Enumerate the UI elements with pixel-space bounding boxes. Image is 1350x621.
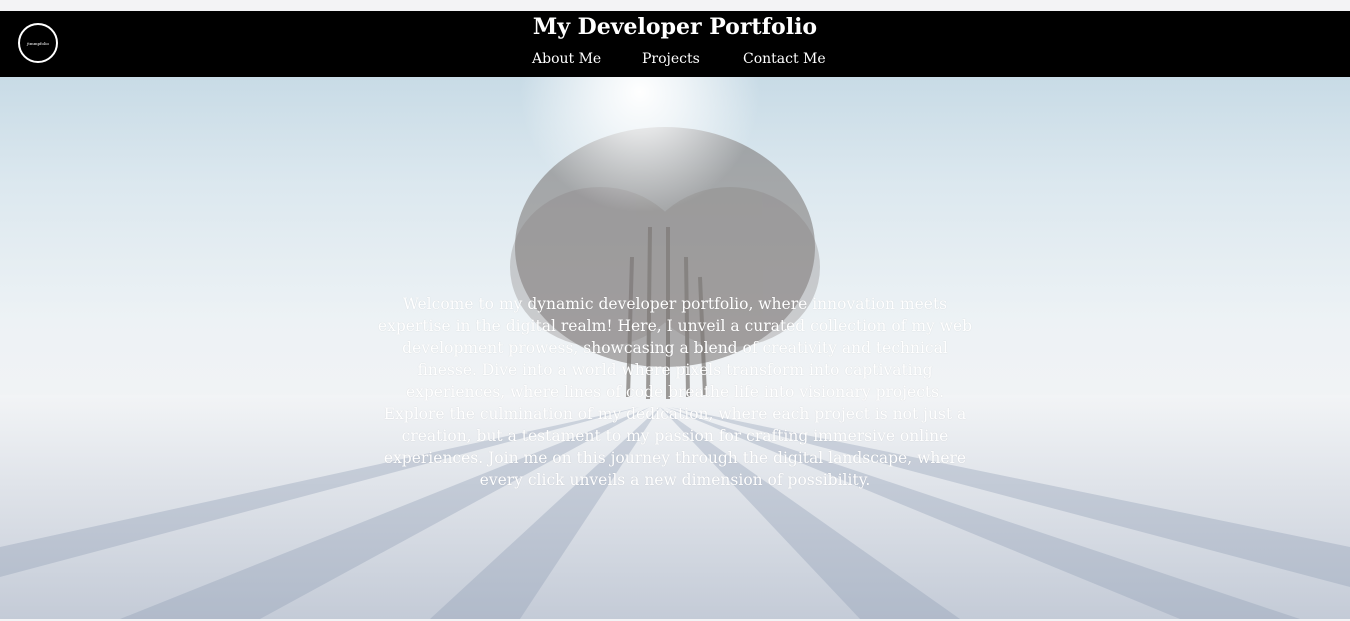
main-nav: About Me Projects Contact Me [0, 49, 1350, 71]
site-title: My Developer Portfolio [532, 14, 818, 40]
nav-link-about-me[interactable]: About Me [532, 49, 601, 69]
page: jtmmpfolio My Developer Portfolio About … [0, 0, 1350, 621]
nav-link-contact-me[interactable]: Contact Me [743, 49, 826, 69]
nav-link-projects[interactable]: Projects [642, 49, 700, 69]
hero-intro-text: Welcome to my dynamic developer portfoli… [377, 295, 973, 489]
hero-section: Welcome to my dynamic developer portfoli… [0, 77, 1350, 619]
site-header: jtmmpfolio My Developer Portfolio About … [0, 11, 1350, 77]
logo-text: jtmmpfolio [27, 40, 49, 46]
